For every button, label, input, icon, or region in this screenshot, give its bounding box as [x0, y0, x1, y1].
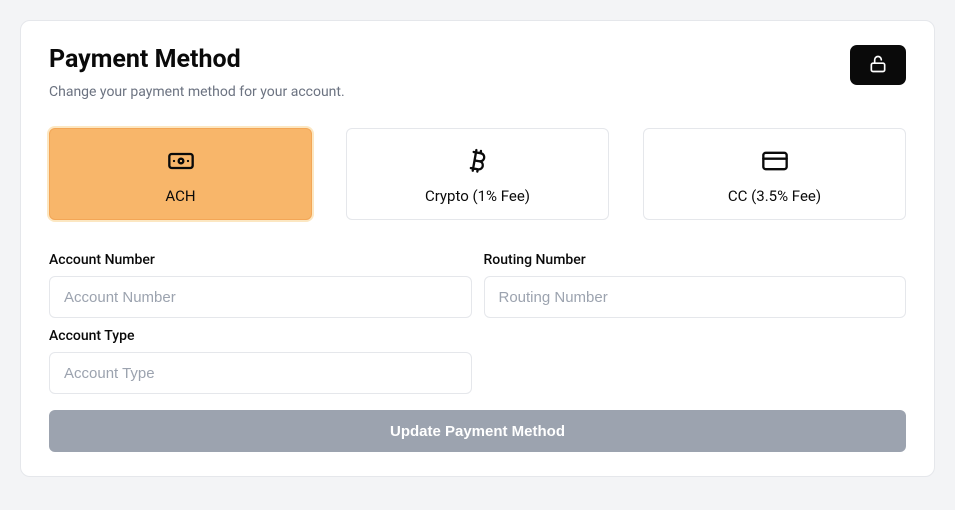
form-fields: Account Number Routing Number Account Ty…	[49, 252, 906, 394]
method-label: CC (3.5% Fee)	[728, 187, 821, 205]
card-header: Payment Method Change your payment metho…	[49, 45, 906, 128]
account-number-field-group: Account Number	[49, 252, 472, 318]
account-type-input[interactable]	[49, 352, 472, 394]
bitcoin-icon	[464, 147, 492, 175]
header-text: Payment Method Change your payment metho…	[49, 45, 345, 128]
payment-method-options: ACH Crypto (1% Fee) CC (3.5% Fee)	[49, 128, 906, 220]
page-title: Payment Method	[49, 45, 345, 74]
unlock-icon	[868, 54, 888, 77]
update-payment-method-button[interactable]: Update Payment Method	[49, 410, 906, 452]
page-subtitle: Change your payment method for your acco…	[49, 84, 345, 100]
method-option-cc[interactable]: CC (3.5% Fee)	[643, 128, 906, 220]
method-option-ach[interactable]: ACH	[49, 128, 312, 220]
method-option-crypto[interactable]: Crypto (1% Fee)	[346, 128, 609, 220]
routing-number-label: Routing Number	[484, 252, 907, 268]
routing-number-field-group: Routing Number	[484, 252, 907, 318]
lock-button[interactable]	[850, 45, 906, 85]
routing-number-input[interactable]	[484, 276, 907, 318]
account-type-field-group: Account Type	[49, 328, 472, 394]
account-type-label: Account Type	[49, 328, 472, 344]
account-number-input[interactable]	[49, 276, 472, 318]
method-label: ACH	[165, 187, 195, 205]
banknote-icon	[167, 147, 195, 175]
payment-method-card: Payment Method Change your payment metho…	[20, 20, 935, 477]
method-label: Crypto (1% Fee)	[425, 187, 530, 205]
credit-card-icon	[761, 147, 789, 175]
account-number-label: Account Number	[49, 252, 472, 268]
